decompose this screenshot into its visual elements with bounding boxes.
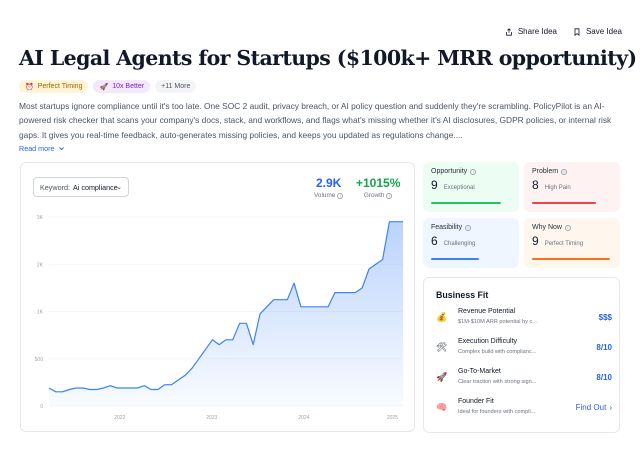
share-icon bbox=[506, 27, 512, 36]
score-bar bbox=[532, 202, 596, 204]
business-fit-row-gtm[interactable]: 🚀 Go-To-Market Clear traction with stron… bbox=[436, 368, 612, 392]
x-tick-label: 2023 bbox=[206, 415, 217, 421]
save-idea-label: Save Idea bbox=[585, 27, 622, 36]
rocket-icon: 🚀 bbox=[99, 83, 109, 91]
rocket-icon: 🚀 bbox=[436, 372, 448, 382]
badge-label: Perfect Timing bbox=[37, 83, 83, 90]
business-fit-row-execution[interactable]: 🛠 Execution Difficulty Complex build wit… bbox=[436, 338, 612, 362]
info-icon[interactable]: i bbox=[470, 168, 477, 175]
save-idea-button[interactable]: Save Idea bbox=[573, 27, 622, 36]
row-sub: $1M-$10M ARR potential by c... bbox=[458, 319, 537, 325]
score-title: Problem bbox=[532, 168, 559, 175]
share-idea-label: Share Idea bbox=[517, 27, 557, 36]
row-value: 8/10 bbox=[596, 343, 612, 352]
trend-chart: 3K 2K 1K 500 0 2022 2023 2024 2025 bbox=[35, 215, 403, 421]
brain-icon: 🧠 bbox=[436, 402, 448, 412]
score-title: Feasibility bbox=[431, 224, 463, 231]
trend-area bbox=[49, 221, 403, 406]
score-label: Challenging bbox=[443, 241, 476, 247]
score-title: Opportunity bbox=[431, 168, 468, 175]
score-title: Why Now bbox=[532, 224, 562, 231]
x-tick-label: 2025 bbox=[387, 415, 398, 421]
score-card-opportunity[interactable]: Opportunity i 9 Exceptional bbox=[423, 162, 519, 212]
y-tick-label: 0 bbox=[40, 404, 43, 410]
y-tick-label: 3K bbox=[37, 215, 44, 221]
score-value: 8 bbox=[532, 178, 539, 192]
chevron-down-icon bbox=[58, 147, 64, 151]
trend-chart-card: Keyword: Ai compliance ⌄ 2.9K Volume i +1… bbox=[20, 162, 415, 432]
score-value: 6 bbox=[431, 234, 438, 248]
badge-10x-better[interactable]: 🚀 10x Better bbox=[93, 80, 151, 93]
x-tick-label: 2022 bbox=[114, 415, 125, 421]
score-value: 9 bbox=[431, 178, 438, 192]
tools-icon: 🛠 bbox=[436, 342, 448, 352]
row-value: 8/10 bbox=[596, 373, 612, 382]
info-icon[interactable]: i bbox=[564, 224, 571, 231]
x-tick-label: 2024 bbox=[298, 415, 309, 421]
score-bar bbox=[431, 258, 479, 260]
row-value: $$$ bbox=[598, 313, 612, 322]
score-bar bbox=[532, 258, 610, 260]
score-label: Exceptional bbox=[443, 185, 475, 191]
row-name: Execution Difficulty bbox=[458, 338, 518, 345]
money-bag-icon: 💰 bbox=[436, 312, 448, 322]
row-value: Find Out bbox=[575, 403, 607, 412]
share-idea-button[interactable]: Share Idea bbox=[505, 27, 557, 36]
row-name: Founder Fit bbox=[458, 398, 494, 405]
badge-label: 10x Better bbox=[112, 83, 145, 90]
row-sub: Complex build with complianc... bbox=[458, 349, 537, 355]
y-tick-label: 500 bbox=[35, 357, 44, 363]
page-title: AI Legal Agents for Startups ($100k+ MRR… bbox=[19, 46, 637, 70]
score-label: High Pain bbox=[544, 185, 571, 191]
info-icon[interactable]: i bbox=[465, 224, 472, 231]
business-fit-card: Business Fit 💰 Revenue Potential $1M-$10… bbox=[423, 277, 620, 433]
badge-perfect-timing[interactable]: ⏰ Perfect Timing bbox=[19, 80, 89, 93]
score-card-problem[interactable]: Problem i 8 High Pain bbox=[524, 162, 620, 212]
row-name: Go-To-Market bbox=[458, 368, 501, 375]
find-out-link[interactable]: Find Out › bbox=[576, 403, 612, 412]
info-icon[interactable]: i bbox=[561, 168, 568, 175]
idea-description: Most startups ignore compliance until it… bbox=[19, 101, 612, 140]
read-more-link[interactable]: Read more bbox=[19, 144, 65, 153]
header-actions: Share Idea Save Idea bbox=[505, 27, 622, 36]
row-sub: Ideal for founders with compli... bbox=[458, 409, 536, 415]
row-sub: Clear traction with strong sign... bbox=[458, 379, 537, 385]
score-value: 9 bbox=[532, 234, 539, 248]
row-name: Revenue Potential bbox=[458, 308, 516, 315]
chevron-right-icon: › bbox=[609, 403, 612, 412]
business-fit-title: Business Fit bbox=[436, 290, 489, 300]
score-label: Perfect Timing bbox=[544, 241, 584, 247]
business-fit-row-founder[interactable]: 🧠 Founder Fit Ideal for founders with co… bbox=[436, 398, 612, 422]
score-card-why-now[interactable]: Why Now i 9 Perfect Timing bbox=[524, 218, 620, 268]
score-card-feasibility[interactable]: Feasibility i 6 Challenging bbox=[423, 218, 519, 268]
bookmark-icon bbox=[574, 27, 580, 36]
y-tick-label: 2K bbox=[37, 262, 44, 268]
badge-more[interactable]: +11 More bbox=[155, 80, 197, 93]
badge-list: ⏰ Perfect Timing 🚀 10x Better +11 More bbox=[19, 80, 197, 93]
badge-label: +11 More bbox=[161, 83, 191, 90]
read-more-label: Read more bbox=[19, 144, 55, 153]
alarm-clock-icon: ⏰ bbox=[25, 83, 34, 91]
y-tick-label: 1K bbox=[37, 310, 44, 316]
score-bar bbox=[431, 202, 501, 204]
business-fit-row-revenue[interactable]: 💰 Revenue Potential $1M-$10M ARR potenti… bbox=[436, 308, 612, 332]
